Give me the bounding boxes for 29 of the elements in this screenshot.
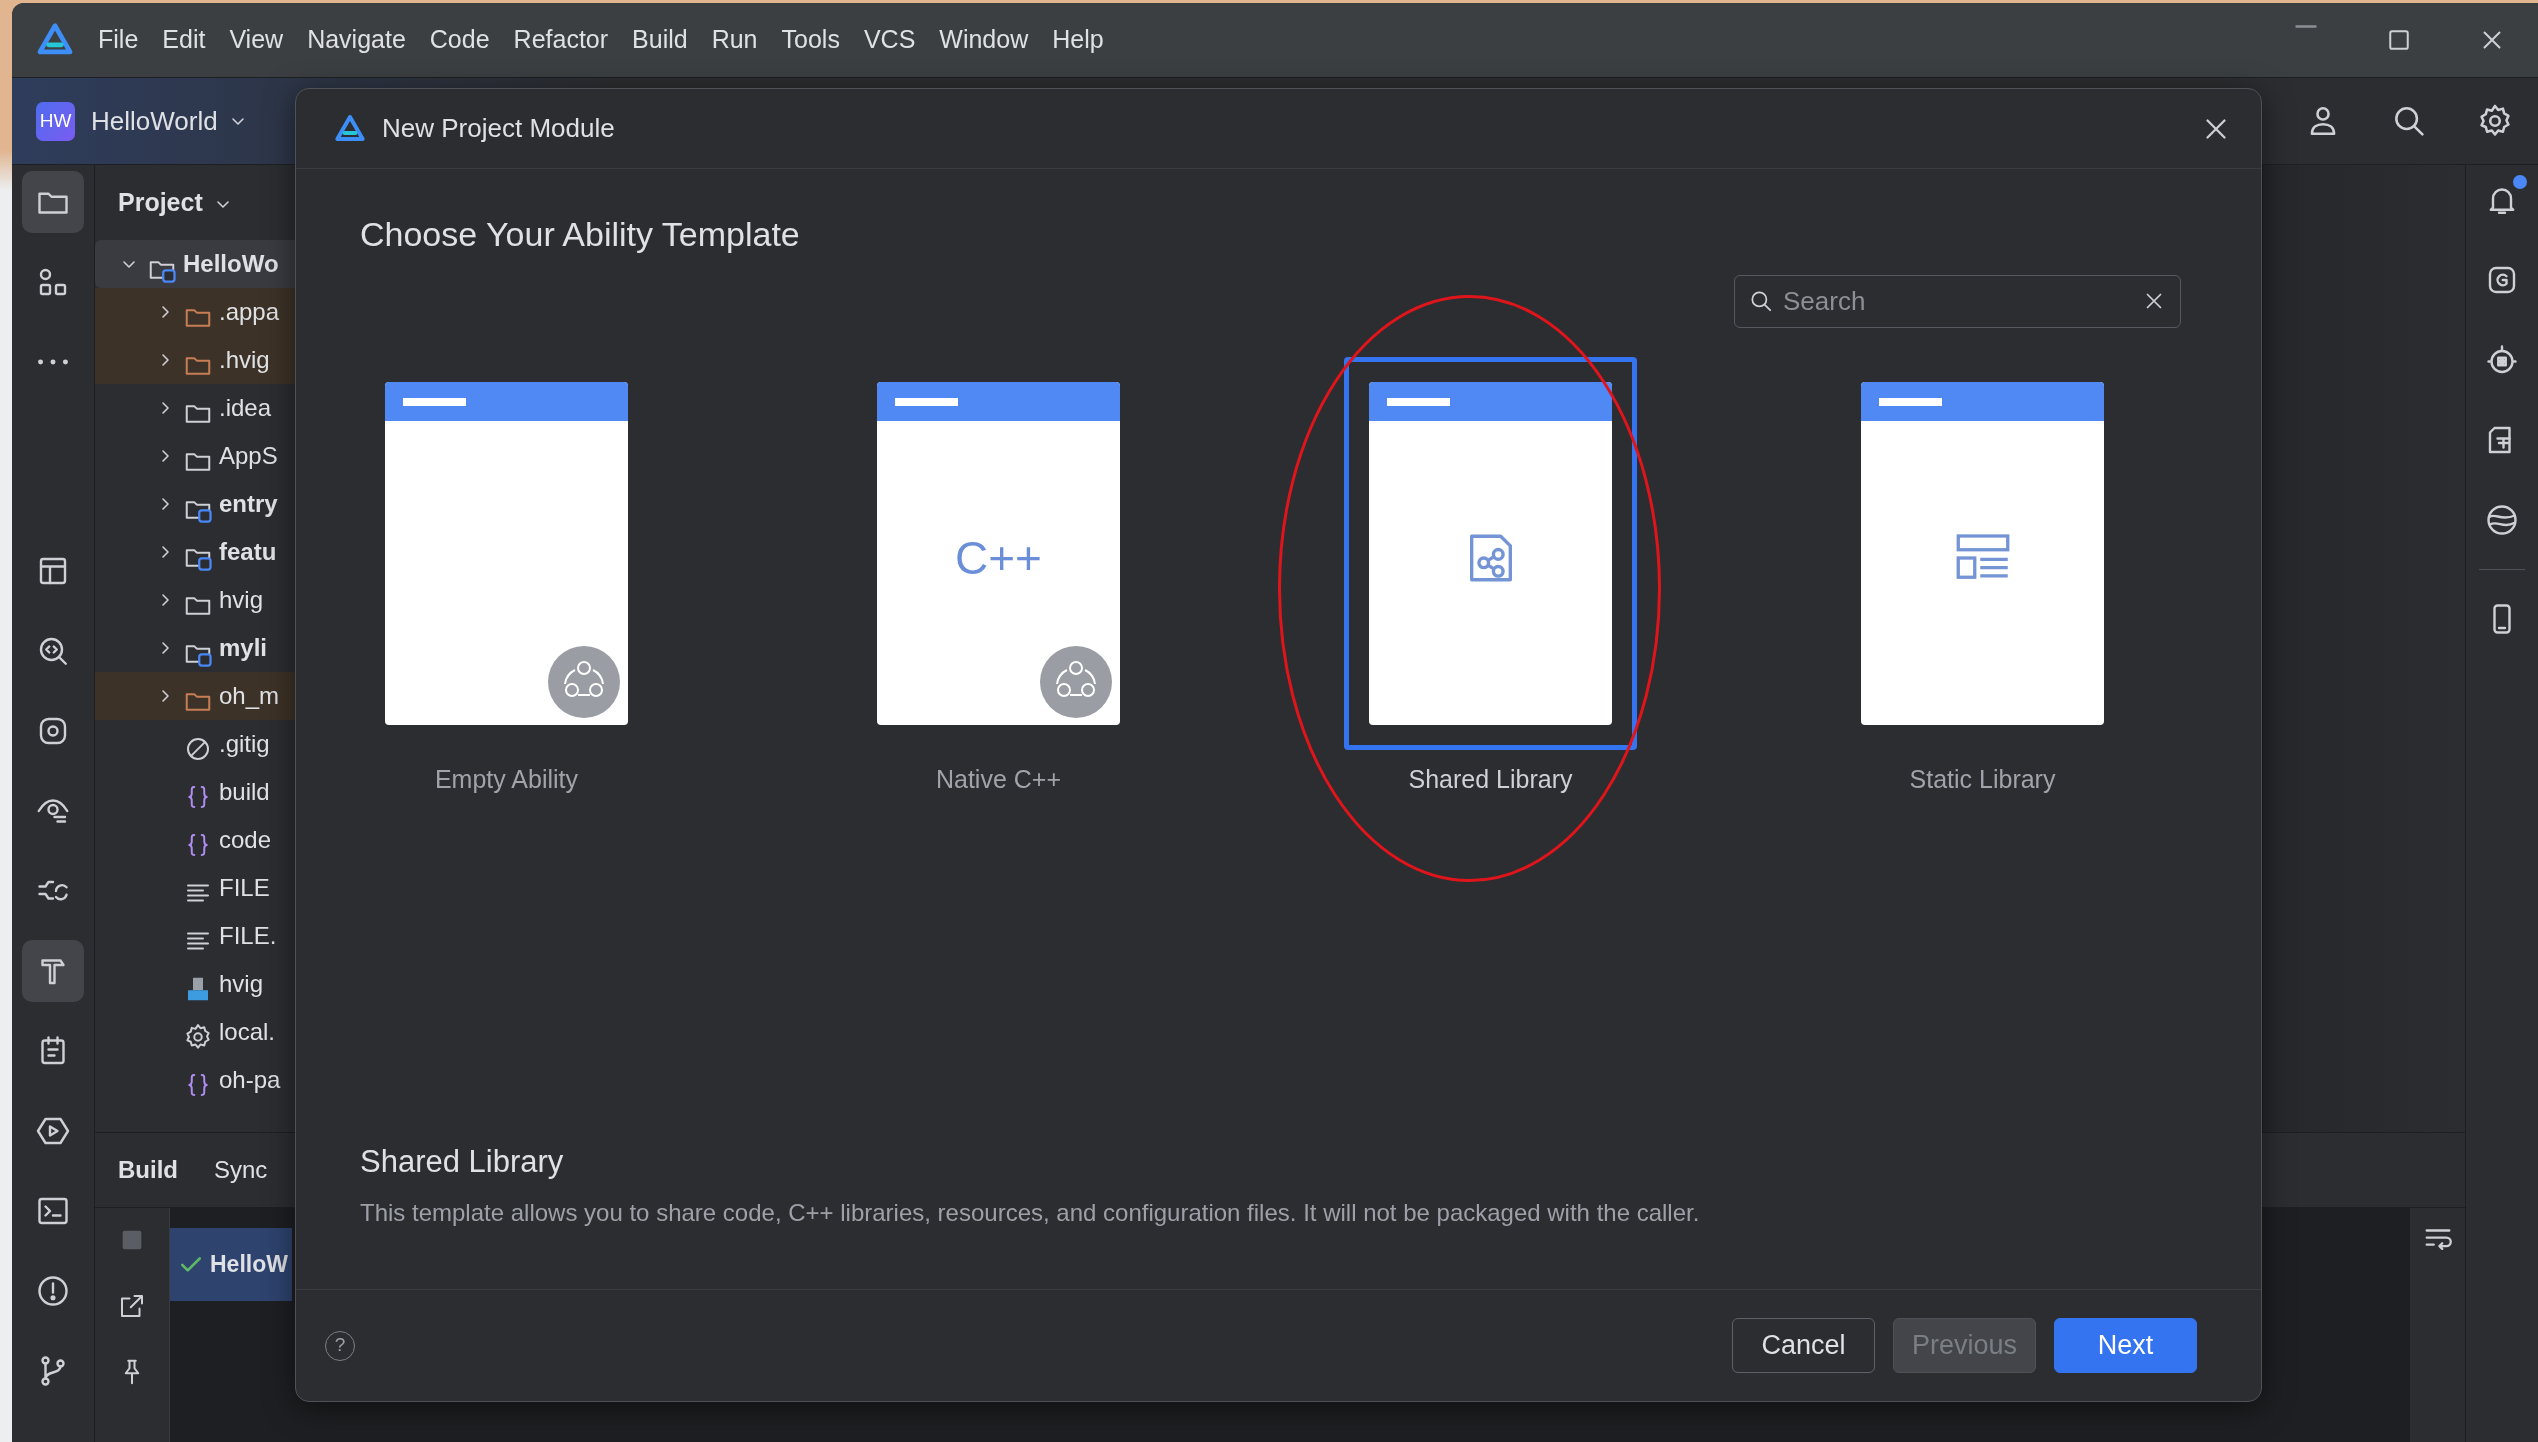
build-item-label: HelloW xyxy=(210,1250,288,1280)
tree-item-label: local. xyxy=(219,1017,276,1047)
tree-item-label: code xyxy=(219,825,272,855)
tree-item-label: .idea xyxy=(219,393,272,423)
template-label: Empty Ability xyxy=(434,764,579,795)
tree-item-label: HelloWo xyxy=(183,249,279,279)
cpp-logo-text: C++ xyxy=(955,535,1042,581)
dialog-heading: Choose Your Ability Template xyxy=(360,214,801,254)
template-label: Shared Library xyxy=(1408,764,1573,795)
tree-item-label: entry xyxy=(219,489,278,519)
tree-item-label: build xyxy=(219,777,270,807)
tree-item-label: FILE. xyxy=(219,921,277,951)
tree-item-label: oh_m xyxy=(219,681,280,711)
tree-item-label: AppS xyxy=(219,441,278,471)
template-label: Static Library xyxy=(1909,764,2056,795)
tree-item-label: featu xyxy=(219,537,277,567)
dialog-title: New Project Module xyxy=(382,112,615,145)
tree-item-label: .gitig xyxy=(219,729,270,759)
tree-item-label: oh-pa xyxy=(219,1065,281,1095)
description-text: This template allows you to share code, C++ libraries, resources, and configuration files. It will not be packaged with the caller. xyxy=(360,1198,1701,1228)
tree-item-label: .appa xyxy=(219,297,280,327)
template-label: Native C++ xyxy=(935,764,1062,795)
project-badge: HW xyxy=(36,101,75,141)
description-title: Shared Library xyxy=(360,1142,565,1181)
tree-item-label: myli xyxy=(219,633,268,663)
tree-item-label: FILE xyxy=(219,873,270,903)
tree-item-label: .hvig xyxy=(219,345,270,375)
tree-item-label: hvig xyxy=(219,585,264,615)
tree-item-label: hvig xyxy=(219,969,264,999)
